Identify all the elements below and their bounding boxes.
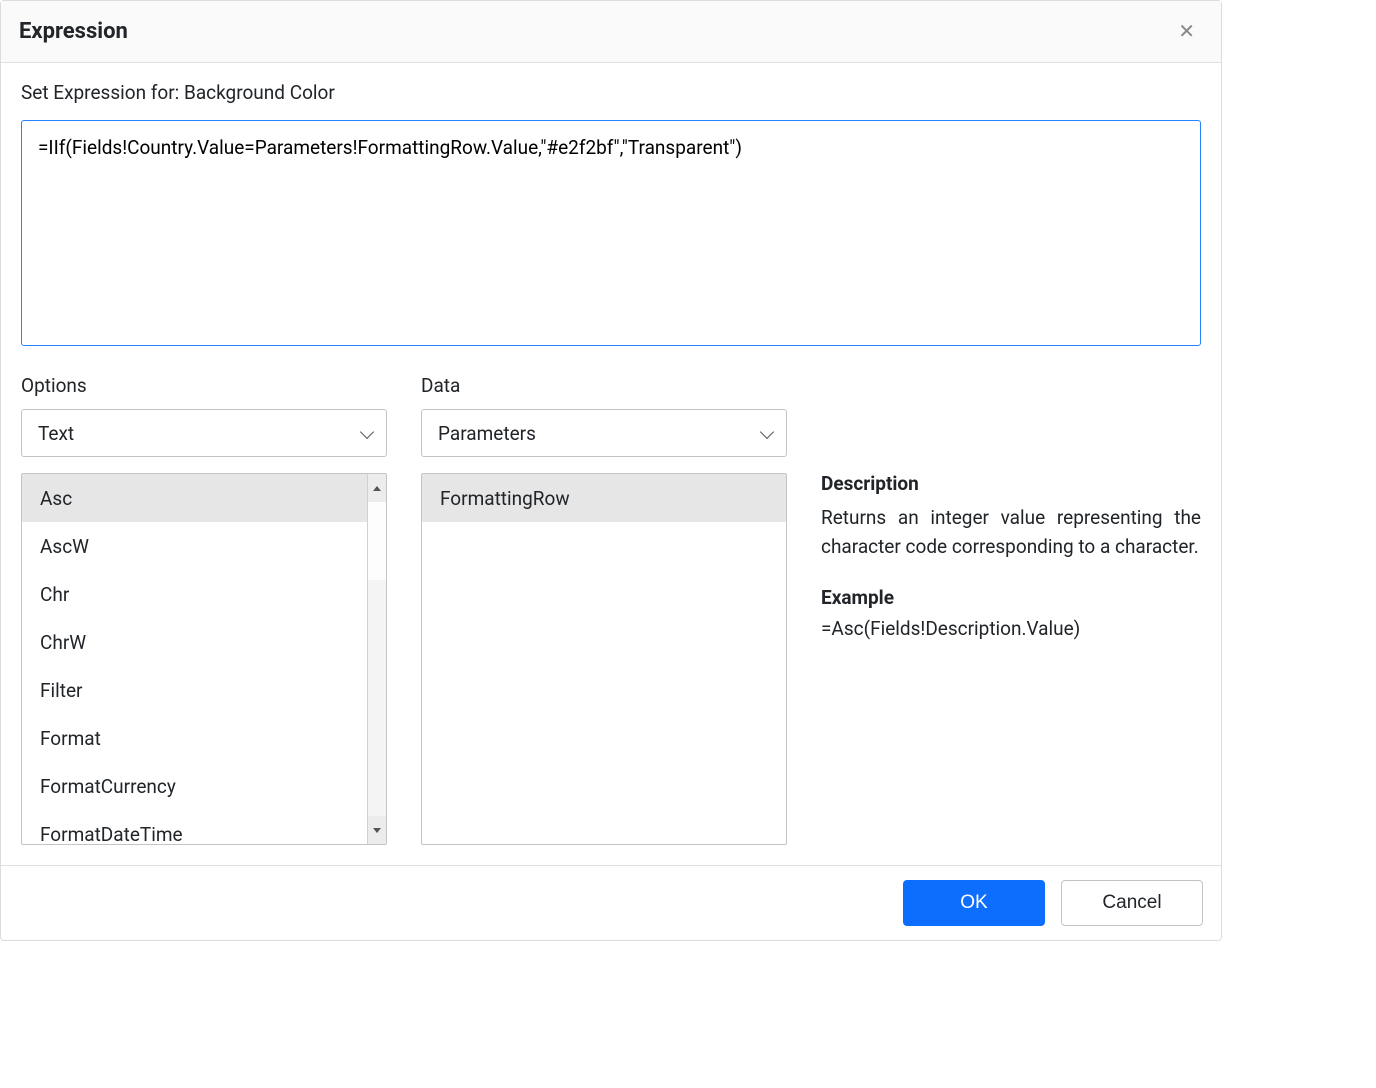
description-column: Description Returns an integer value rep… — [821, 374, 1201, 845]
options-category-value: Text — [38, 422, 74, 445]
options-list-item[interactable]: AscW — [22, 522, 367, 570]
options-list-item[interactable]: FormatCurrency — [22, 762, 367, 810]
options-list-item[interactable]: Asc — [22, 474, 367, 522]
options-list-item[interactable]: Filter — [22, 666, 367, 714]
data-column: Data Parameters FormattingRow — [421, 374, 787, 845]
options-column: Options Text Asc AscW Chr ChrW Filter Fo… — [21, 374, 387, 845]
options-list-item[interactable]: ChrW — [22, 618, 367, 666]
expression-input[interactable] — [21, 120, 1201, 346]
options-list-item[interactable]: FormatDateTime — [22, 810, 367, 844]
list-item-label: FormatDateTime — [40, 823, 183, 845]
list-item-label: FormattingRow — [440, 487, 570, 510]
options-scroll-area[interactable]: Asc AscW Chr ChrW Filter Format FormatCu… — [22, 474, 367, 844]
scroll-thumb[interactable] — [368, 502, 386, 580]
list-item-label: FormatCurrency — [40, 775, 176, 798]
expression-target-label: Set Expression for: Background Color — [21, 81, 1201, 104]
description-text: Returns an integer value representing th… — [821, 503, 1201, 562]
list-item-label: Asc — [40, 487, 72, 510]
dialog-footer: OK Cancel — [1, 865, 1221, 940]
data-items-list: FormattingRow — [421, 473, 787, 845]
scroll-up-button[interactable] — [368, 474, 386, 502]
scroll-track-space[interactable] — [368, 580, 386, 816]
chevron-down-icon — [373, 828, 381, 833]
close-button[interactable]: ✕ — [1170, 15, 1203, 48]
cancel-button[interactable]: Cancel — [1061, 880, 1203, 926]
data-list-item[interactable]: FormattingRow — [422, 474, 786, 522]
chevron-down-icon — [360, 425, 374, 439]
data-label: Data — [421, 374, 787, 397]
options-list-item[interactable]: Format — [22, 714, 367, 762]
dialog-body: Set Expression for: Background Color Opt… — [1, 63, 1221, 865]
list-item-label: Format — [40, 727, 101, 750]
ok-button[interactable]: OK — [903, 880, 1045, 926]
options-scrollbar[interactable] — [367, 474, 386, 844]
options-list-item[interactable]: Chr — [22, 570, 367, 618]
expression-dialog: Expression ✕ Set Expression for: Backgro… — [0, 0, 1222, 941]
list-item-label: AscW — [40, 535, 89, 558]
chevron-up-icon — [373, 486, 381, 491]
list-item-label: ChrW — [40, 631, 86, 654]
data-source-select[interactable]: Parameters — [421, 409, 787, 457]
dialog-title: Expression — [19, 19, 128, 44]
options-category-select[interactable]: Text — [21, 409, 387, 457]
palette-columns: Options Text Asc AscW Chr ChrW Filter Fo… — [21, 374, 1201, 845]
options-functions-list: Asc AscW Chr ChrW Filter Format FormatCu… — [21, 473, 387, 845]
chevron-down-icon — [760, 425, 774, 439]
scroll-down-button[interactable] — [368, 816, 386, 844]
example-text: =Asc(Fields!Description.Value) — [821, 617, 1201, 640]
data-source-value: Parameters — [438, 422, 536, 445]
list-item-label: Filter — [40, 679, 82, 702]
close-icon: ✕ — [1178, 21, 1195, 43]
list-item-label: Chr — [40, 583, 69, 606]
dialog-header: Expression ✕ — [1, 1, 1221, 63]
description-heading: Description — [821, 472, 1201, 495]
options-label: Options — [21, 374, 387, 397]
example-heading: Example — [821, 586, 1201, 609]
